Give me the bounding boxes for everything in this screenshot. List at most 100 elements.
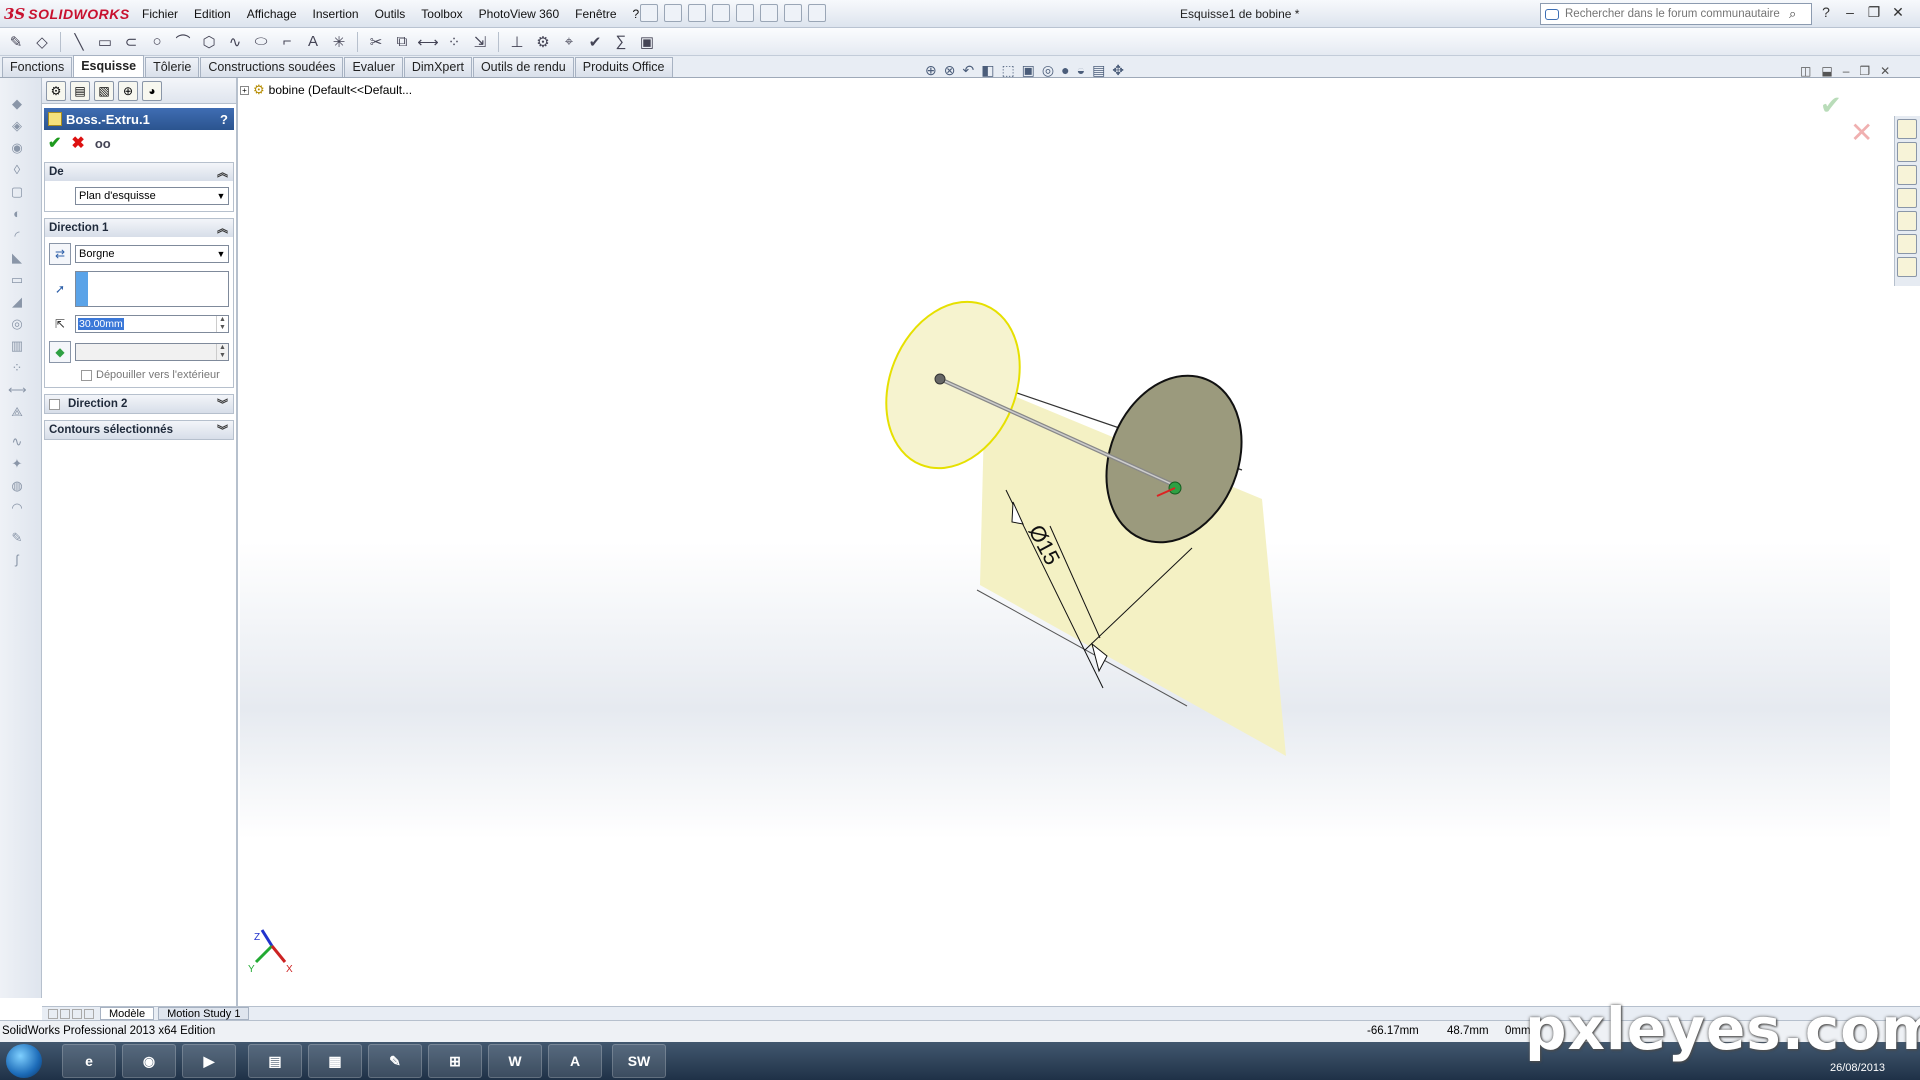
- wrap-icon[interactable]: ◍: [8, 478, 26, 494]
- rectangle-icon[interactable]: ▭: [95, 32, 115, 52]
- help-button[interactable]: ?: [220, 112, 228, 127]
- repair-sketch-icon[interactable]: ⚙: [533, 32, 553, 52]
- calculator-icon[interactable]: ▦: [308, 1044, 362, 1078]
- mirror-feature-icon[interactable]: ⟷: [8, 382, 27, 398]
- view-settings-icon[interactable]: ▤: [1092, 62, 1105, 79]
- configuration-manager-tab-icon[interactable]: ▧: [94, 80, 114, 101]
- swept-boss-icon[interactable]: ◉: [8, 140, 26, 156]
- menu-insertion[interactable]: Insertion: [305, 7, 367, 21]
- expand-icon[interactable]: +: [240, 85, 249, 95]
- draft-outward-checkbox[interactable]: [81, 369, 92, 381]
- revolved-boss-icon[interactable]: ◈: [8, 118, 26, 134]
- tab-outils-de-rendu[interactable]: Outils de rendu: [472, 57, 574, 77]
- appearances-icon[interactable]: [1897, 234, 1917, 254]
- curves-icon[interactable]: ∿: [8, 434, 26, 450]
- text-icon[interactable]: A: [303, 32, 323, 52]
- save-icon[interactable]: [688, 4, 706, 22]
- network-app-icon[interactable]: ⊞: [428, 1044, 482, 1078]
- menu-fichier[interactable]: Fichier: [134, 7, 186, 21]
- sketch-tools-icon[interactable]: ✎: [8, 530, 26, 546]
- search-input[interactable]: [1565, 8, 1785, 20]
- next-tab-icon[interactable]: [72, 1008, 82, 1019]
- custom-properties-icon[interactable]: [1897, 257, 1917, 277]
- relations-icon[interactable]: ⊥: [507, 32, 527, 52]
- options-icon[interactable]: [808, 4, 826, 22]
- collapse-icon[interactable]: ︽: [217, 220, 228, 236]
- file-explorer-icon[interactable]: [1897, 188, 1917, 208]
- mirror-icon[interactable]: ⟷: [417, 32, 439, 52]
- point-icon[interactable]: ✳: [329, 32, 349, 52]
- acrobat-icon[interactable]: A: [548, 1044, 602, 1078]
- split-view-icon[interactable]: ◫: [1800, 64, 1811, 78]
- section-direction2-header[interactable]: Direction 2 ︾: [45, 395, 233, 413]
- viewport-close-icon[interactable]: ✕: [1880, 64, 1890, 78]
- zoom-to-fit-icon[interactable]: ⊕: [925, 62, 937, 79]
- internet-explorer-icon[interactable]: e: [62, 1044, 116, 1078]
- community-search[interactable]: ⌕: [1540, 3, 1812, 25]
- dome-icon[interactable]: ◠: [8, 500, 26, 516]
- undo-icon[interactable]: [736, 4, 754, 22]
- depth-input[interactable]: 30.00mm ▲ ▼: [75, 315, 229, 333]
- ok-button[interactable]: ✔: [48, 133, 61, 153]
- tab-tolerie[interactable]: Tôlerie: [145, 57, 200, 77]
- hide-show-items-icon[interactable]: ◎: [1042, 62, 1054, 79]
- word-icon[interactable]: W: [488, 1044, 542, 1078]
- sketch-icon[interactable]: ✎: [6, 32, 26, 52]
- spline-icon[interactable]: ∿: [225, 32, 245, 52]
- prev-tab-icon[interactable]: [60, 1008, 70, 1019]
- slot-icon[interactable]: ⊂: [121, 32, 141, 52]
- tab-model[interactable]: Modèle: [100, 1007, 155, 1020]
- display-manager-tab-icon[interactable]: ◕: [142, 80, 162, 101]
- menu-outils[interactable]: Outils: [367, 7, 414, 21]
- view-orientation-icon[interactable]: ⬚: [1001, 62, 1014, 79]
- fillet-feature-icon[interactable]: ◜: [8, 228, 26, 244]
- instant2d-icon[interactable]: ✔: [585, 32, 605, 52]
- ellipse-icon[interactable]: ⬭: [251, 32, 271, 52]
- edit-appearance-icon[interactable]: ●: [1061, 62, 1069, 79]
- close-icon[interactable]: ✕: [1890, 4, 1906, 21]
- search-icon[interactable]: ⌕: [1789, 6, 1796, 22]
- tab-dimxpert[interactable]: DimXpert: [403, 57, 472, 77]
- start-button[interactable]: [6, 1044, 42, 1078]
- lofted-boss-icon[interactable]: ◊: [8, 162, 26, 178]
- fillet-icon[interactable]: ⌐: [277, 32, 297, 52]
- chamfer-icon[interactable]: ◣: [8, 250, 26, 266]
- draft-toggle-icon[interactable]: ◆: [49, 341, 71, 363]
- smart-dimension-icon[interactable]: ◇: [32, 32, 52, 52]
- instant3d-icon[interactable]: ✦: [8, 456, 26, 472]
- property-manager-tab-icon[interactable]: ▤: [70, 80, 90, 101]
- first-tab-icon[interactable]: [48, 1008, 58, 1019]
- arc-icon[interactable]: ⌒: [173, 32, 193, 52]
- expand-icon[interactable]: ︾: [217, 422, 228, 438]
- shaded-sketch-icon[interactable]: ∑: [611, 32, 631, 52]
- section-direction1-header[interactable]: Direction 1 ︽: [45, 219, 233, 237]
- menu-affichage[interactable]: Affichage: [239, 7, 305, 21]
- rib-icon[interactable]: ▥: [8, 338, 26, 354]
- tab-esquisse[interactable]: Esquisse: [73, 55, 145, 77]
- collapse-icon[interactable]: ︽: [217, 164, 228, 180]
- move-entities-icon[interactable]: ⇲: [470, 32, 490, 52]
- help-icon[interactable]: ?: [1818, 4, 1834, 21]
- direction-vector-list[interactable]: [75, 271, 229, 307]
- circle-icon[interactable]: ○: [147, 32, 167, 52]
- gimp-icon[interactable]: ✎: [368, 1044, 422, 1078]
- cancel-button[interactable]: ✖: [71, 133, 84, 153]
- pan-icon[interactable]: ✥: [1112, 62, 1124, 79]
- quick-snaps-icon[interactable]: ⌖: [559, 32, 579, 52]
- tab-motion-study[interactable]: Motion Study 1: [158, 1007, 250, 1020]
- print-icon[interactable]: [712, 4, 730, 22]
- viewport-restore-icon[interactable]: ❐: [1859, 64, 1870, 78]
- draft-angle-input[interactable]: ▲ ▼: [75, 343, 229, 361]
- confirmation-corner-cancel-icon[interactable]: ✕: [1850, 116, 1873, 149]
- extruded-cut-icon[interactable]: ▢: [8, 184, 26, 200]
- menu-toolbox[interactable]: Toolbox: [413, 7, 470, 21]
- extruded-boss-icon[interactable]: ◆: [8, 96, 26, 112]
- hole-wizard-icon[interactable]: ◎: [8, 316, 26, 332]
- home-icon[interactable]: [1897, 142, 1917, 162]
- shell-icon[interactable]: ▭: [8, 272, 26, 288]
- depth-spinner[interactable]: ▲ ▼: [216, 316, 228, 332]
- last-tab-icon[interactable]: [84, 1008, 94, 1019]
- from-select[interactable]: Plan d'esquisse ▼: [75, 187, 229, 205]
- split-view-horizontal-icon[interactable]: ⬓: [1821, 64, 1832, 78]
- polygon-icon[interactable]: ⬡: [199, 32, 219, 52]
